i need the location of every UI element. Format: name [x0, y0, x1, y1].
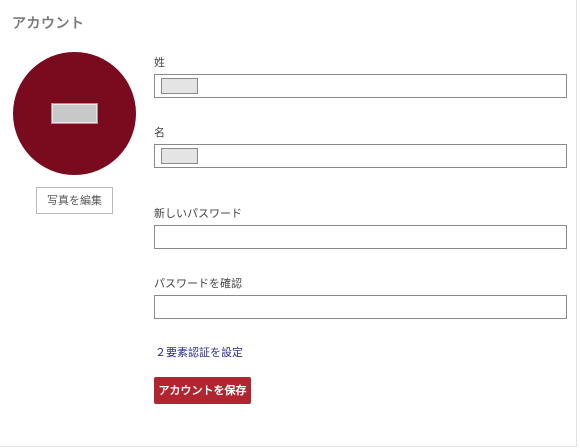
new-password-input[interactable] [154, 225, 567, 249]
account-panel: アカウント 写真を編集 姓 名 新しいパスワード パスワードを確認 ２要素認証を… [0, 0, 577, 447]
first-name-value-redacted [161, 148, 198, 164]
first-name-label: 名 [154, 126, 165, 139]
first-name-input[interactable] [154, 144, 567, 168]
page-title: アカウント [12, 16, 85, 32]
last-name-input[interactable] [154, 74, 567, 98]
edit-photo-button[interactable]: 写真を編集 [36, 187, 113, 214]
avatar-image-placeholder [51, 103, 98, 124]
setup-two-factor-link[interactable]: ２要素認証を設定 [155, 344, 243, 360]
new-password-label: 新しいパスワード [154, 207, 242, 220]
confirm-password-label: パスワードを確認 [154, 277, 242, 290]
avatar [13, 52, 136, 175]
last-name-value-redacted [161, 78, 198, 94]
last-name-label: 姓 [154, 56, 165, 69]
confirm-password-input[interactable] [154, 295, 567, 319]
save-account-button[interactable]: アカウントを保存 [154, 377, 251, 404]
